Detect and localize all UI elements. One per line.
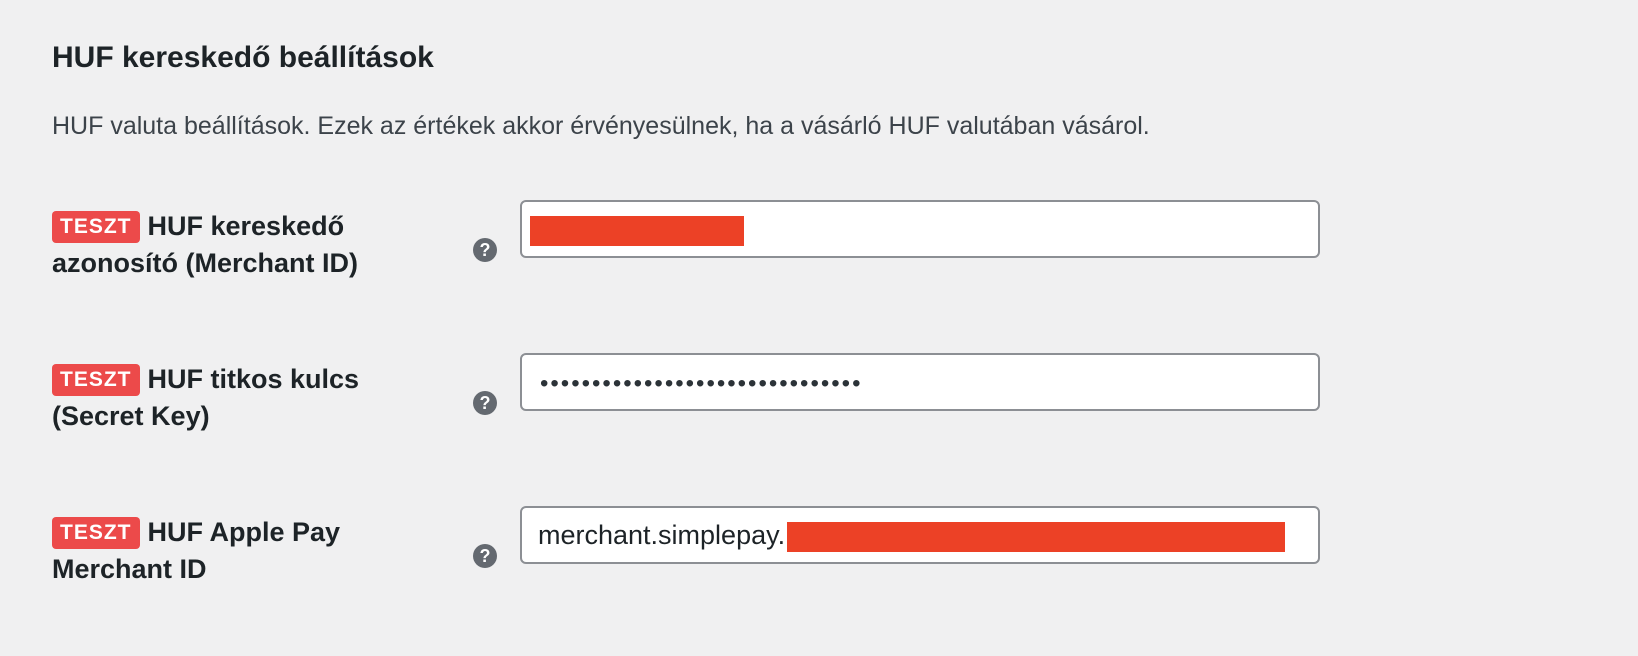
redaction-block: [787, 521, 1286, 552]
merchant-id-input[interactable]: [520, 200, 1320, 258]
apple-pay-merchant-id-input[interactable]: merchant.simplepay.: [520, 506, 1320, 564]
secret-key-input[interactable]: •••••••••••••••••••••••••••••••: [520, 353, 1320, 411]
redaction-block: [530, 215, 744, 246]
apple-pay-merchant-id-label: TESZT HUF Apple Pay Merchant ID: [52, 514, 452, 588]
question-circle-icon[interactable]: ?: [473, 238, 497, 262]
secret-key-masked-value: •••••••••••••••••••••••••••••••: [540, 370, 863, 397]
test-badge: TESZT: [52, 364, 140, 396]
secret-key-label: TESZT HUF titkos kulcs (Secret Key): [52, 361, 452, 435]
test-badge: TESZT: [52, 517, 140, 549]
apple-pay-merchant-id-value: merchant.simplepay.: [538, 520, 786, 550]
merchant-id-row: TESZT HUF kereskedő azonosító (Merchant I…: [0, 200, 1638, 318]
apple-pay-merchant-id-row: TESZT HUF Apple Pay Merchant ID ? merchan…: [0, 506, 1638, 624]
section-title: HUF kereskedő beállítások: [52, 41, 434, 74]
secret-key-row: TESZT HUF titkos kulcs (Secret Key) ? •••…: [0, 353, 1638, 471]
question-circle-icon[interactable]: ?: [473, 544, 497, 568]
section-description: HUF valuta beállítások. Ezek az értékek …: [52, 112, 1150, 140]
test-badge: TESZT: [52, 211, 140, 243]
merchant-id-label: TESZT HUF kereskedő azonosító (Merchant I…: [52, 208, 452, 282]
question-circle-icon[interactable]: ?: [473, 391, 497, 415]
